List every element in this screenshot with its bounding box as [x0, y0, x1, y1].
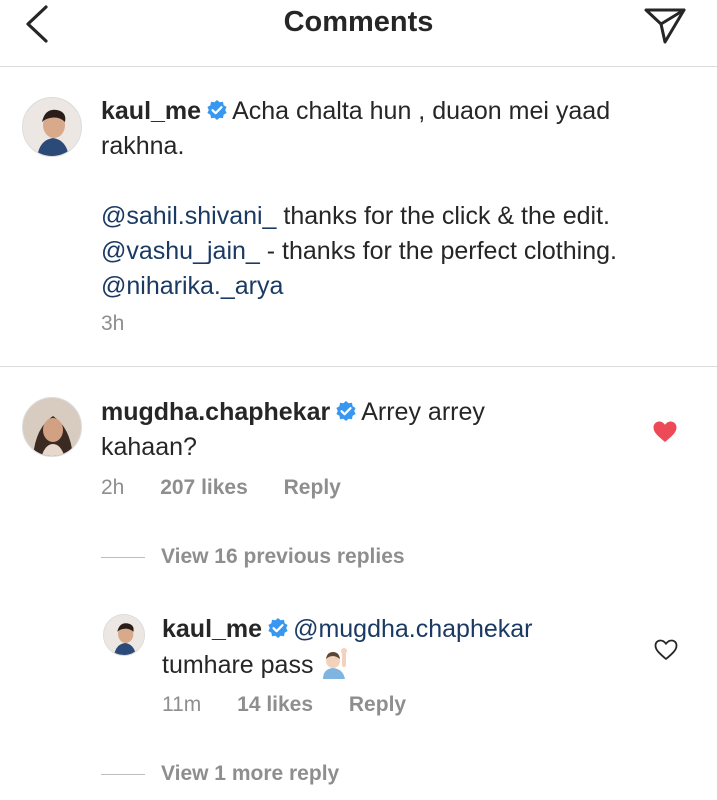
view-previous-replies-label: View 16 previous replies: [161, 545, 405, 568]
view-more-replies-label: View 1 more reply: [161, 762, 340, 785]
reply-button[interactable]: Reply: [284, 476, 341, 499]
mention-link[interactable]: @vashu_jain_: [101, 237, 260, 265]
comment-line-2: kahaan?: [101, 433, 197, 461]
view-more-replies-button[interactable]: View 1 more reply: [101, 762, 339, 786]
reply-button[interactable]: Reply: [349, 693, 406, 716]
user-photo-icon: [104, 615, 144, 655]
reply-text: kaul_me @mugdha.chaphekar tumhare pass: [162, 612, 642, 683]
comment-meta: 2h 207 likes Reply: [101, 476, 371, 500]
verified-badge-icon: [268, 618, 288, 638]
caption-line-4: - thanks for the perfect clothing.: [266, 237, 617, 265]
person-raising-hand-emoji-icon: [323, 648, 348, 679]
view-previous-replies-button[interactable]: View 16 previous replies: [101, 545, 405, 569]
mention-link[interactable]: @mugdha.chaphekar: [293, 615, 532, 643]
reply-likes[interactable]: 14 likes: [237, 693, 313, 716]
caption-username[interactable]: kaul_me: [101, 97, 201, 125]
user-photo-icon: [23, 398, 81, 456]
reply-username[interactable]: kaul_me: [162, 615, 262, 643]
comment-username[interactable]: mugdha.chaphekar: [101, 398, 330, 426]
divider-line: [101, 556, 145, 558]
caption-text: kaul_me Acha chalta hun , duaon mei yaad…: [101, 94, 691, 304]
mention-link[interactable]: @niharika._arya: [101, 272, 283, 300]
comment-line-1: Arrey arrey: [361, 398, 485, 426]
reply-timestamp: 11m: [162, 693, 202, 716]
caption-line-3: thanks for the click & the edit.: [283, 202, 610, 230]
like-button[interactable]: [652, 420, 678, 449]
comment-timestamp: 2h: [101, 476, 125, 499]
page-title: Comments: [283, 6, 434, 38]
reply-meta: 11m 14 likes Reply: [162, 693, 436, 717]
paper-plane-icon: [644, 8, 686, 44]
verified-badge-icon: [207, 100, 227, 120]
caption-timestamp: 3h: [101, 312, 125, 335]
comment-text: mugdha.chaphekar Arrey arrey kahaan?: [101, 395, 641, 465]
share-button[interactable]: [641, 2, 689, 46]
heart-outline-icon: [654, 639, 678, 660]
avatar[interactable]: [103, 614, 145, 656]
caption-meta: 3h: [101, 312, 154, 336]
divider-line: [101, 773, 145, 775]
caption-line-2: rakhna.: [101, 132, 185, 160]
top-bar: Comments: [0, 0, 717, 67]
reply-line-2: tumhare pass: [162, 651, 314, 679]
mention-link[interactable]: @sahil.shivani_: [101, 202, 276, 230]
like-button[interactable]: [653, 638, 679, 667]
caption-line-1: Acha chalta hun , duaon mei yaad: [232, 97, 611, 125]
user-photo-icon: [23, 98, 81, 156]
avatar[interactable]: [22, 397, 82, 457]
avatar[interactable]: [22, 97, 82, 157]
verified-badge-icon: [336, 401, 356, 421]
post-caption: kaul_me Acha chalta hun , duaon mei yaad…: [0, 67, 717, 367]
heart-filled-icon: [653, 421, 677, 442]
comment-likes[interactable]: 207 likes: [160, 476, 248, 499]
